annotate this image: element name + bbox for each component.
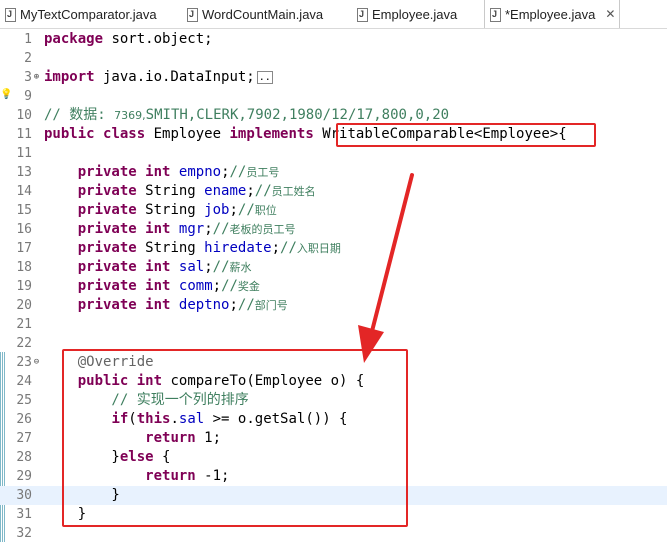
highlight-box-compareto [62,349,408,527]
expand-fold-icon[interactable]: ⊕ [32,73,41,82]
tab-employee-modified[interactable]: *Employee.java ✕ [484,0,621,28]
line-number: 1 [24,32,32,47]
line-number: 13 [16,165,32,180]
code-text: private int empno;//员工号 [77,164,280,180]
line-number: 17 [16,241,32,256]
line-number: 29 [16,469,32,484]
java-file-icon [489,7,501,22]
code-line: 13 private int empno;//员工号 [0,163,667,182]
line-number: 23 [16,355,32,370]
code-text: private int deptno;//部门号 [77,297,288,313]
tab-label: MyTextComparator.java [20,6,157,22]
line-number: 11 [16,146,32,161]
line-number: 15 [16,203,32,218]
code-line: 3 ⊕ import java.io.DataInput;.. [0,68,667,87]
code-line: 19 private int comm;//奖金 [0,277,667,296]
code-text: private String hiredate;//入职日期 [77,240,341,256]
close-tab-icon[interactable]: ✕ [605,7,615,21]
code-line: 17 private String hiredate;//入职日期 [0,239,667,258]
code-text: private int comm;//奖金 [77,278,260,294]
line-number: 21 [16,317,32,332]
line-number: 14 [16,184,32,199]
code-line: 21 [0,315,667,334]
line-number: 26 [16,412,32,427]
collapse-fold-icon[interactable]: ⊖ [32,358,41,367]
code-text: private int mgr;//老板的员工号 [77,221,296,237]
code-line: 18 private int sal;//薪水 [0,258,667,277]
line-number: 25 [16,393,32,408]
code-text: private String ename;//员工姓名 [77,183,316,199]
tab-mytextcomparator[interactable]: MyTextComparator.java [4,0,157,28]
code-line: 20 private int deptno;//部门号 [0,296,667,315]
line-number: 9 [24,89,32,104]
folded-imports-marker[interactable]: .. [256,70,273,84]
code-line: 15 private String job;//职位 [0,201,667,220]
line-number: 10 [16,108,32,123]
code-line: 16 private int mgr;//老板的员工号 [0,220,667,239]
red-arrow-icon [358,173,414,363]
line-number: 11 [16,127,32,142]
code-text: private String job;//职位 [77,202,277,218]
line-number: 28 [16,450,32,465]
highlight-box-interface [336,123,596,147]
line-number: 3 [24,70,32,85]
line-number: 20 [16,298,32,313]
code-line: 1 package sort.object; [0,30,667,49]
line-number: 19 [16,279,32,294]
editor-tab-bar: MyTextComparator.java WordCountMain.java… [0,0,667,29]
java-file-icon [4,7,16,22]
line-number: 2 [24,51,32,66]
line-number: 22 [16,336,32,351]
java-file-icon [186,7,198,22]
java-file-icon [356,7,368,22]
tab-label: WordCountMain.java [202,6,324,22]
tab-label: *Employee.java [505,6,596,22]
line-number: 27 [16,431,32,446]
code-line: 14 private String ename;//员工姓名 [0,182,667,201]
code-text: import java.io.DataInput;.. [44,69,273,85]
code-line: 2 [0,49,667,68]
code-line: 9 [0,87,667,106]
line-number: 30 [16,488,32,503]
tab-wordcountmain[interactable]: WordCountMain.java [186,0,323,28]
code-text: package sort.object; [44,31,213,47]
line-number: 16 [16,222,32,237]
tab-label: Employee.java [372,6,458,22]
code-text: private int sal;//薪水 [77,259,252,275]
line-number: 18 [16,260,32,275]
line-number: 32 [16,526,32,541]
line-number: 24 [16,374,32,389]
code-editor[interactable]: 💡 1 package sort.object; 2 3 ⊕ import ja… [0,29,667,542]
tab-employee[interactable]: Employee.java [356,0,457,28]
line-number: 31 [16,507,32,522]
